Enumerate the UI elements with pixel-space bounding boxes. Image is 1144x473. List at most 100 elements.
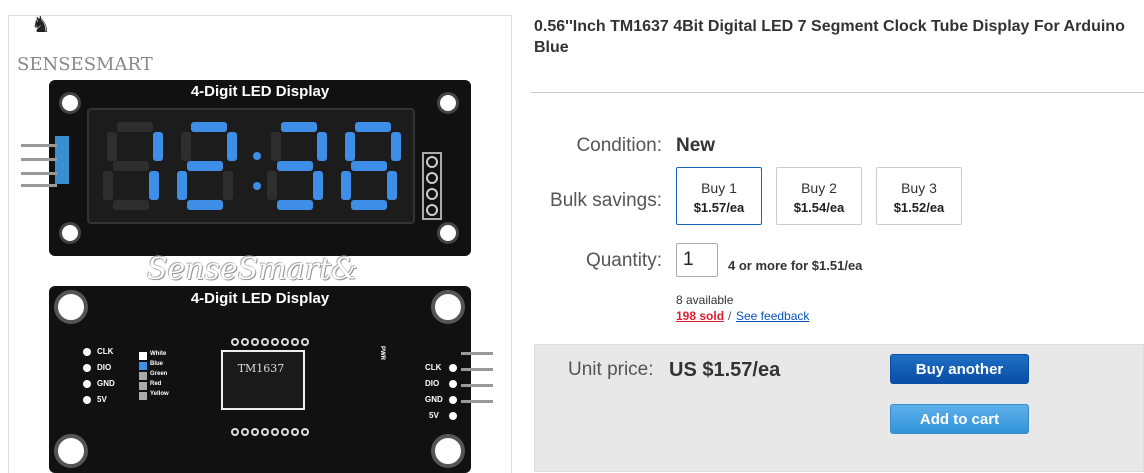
quantity-discount-note: 4 or more for $1.51/ea: [728, 258, 863, 273]
digit-segment: [177, 171, 187, 200]
pin-pad: [281, 428, 289, 436]
pin-header: [55, 136, 69, 184]
unit-price-value: US $1.57/ea: [669, 359, 781, 381]
product-title: 0.56''Inch TM1637 4Bit Digital LED 7 Seg…: [534, 18, 1125, 56]
product-image[interactable]: ♞ SENSESMART 4-Digit LED Display SenseSm…: [8, 15, 512, 473]
board-title: 4-Digit LED Display: [190, 83, 330, 100]
pin-pad: [271, 338, 279, 346]
digit-segment: [277, 161, 313, 171]
digit-segment: [345, 132, 355, 161]
digit-segment: [351, 200, 387, 210]
digit-segment: [103, 171, 113, 200]
bulk-savings-label: Bulk savings:: [550, 190, 662, 211]
bulk-price: $1.57/ea: [693, 200, 745, 215]
digit-segment: [391, 132, 401, 161]
digit-segment: [187, 200, 223, 210]
pin-pad: [251, 428, 259, 436]
pin-pad: [271, 428, 279, 436]
colon-dot: [253, 152, 261, 160]
bulk-option-buy-3[interactable]: Buy 3 $1.52/ea: [876, 167, 962, 225]
led-display: [87, 108, 415, 224]
brand-logo: SENSESMART: [17, 54, 153, 75]
pin-pad: [261, 338, 269, 346]
available-count: 8 available: [676, 293, 734, 307]
pin-pad: [291, 428, 299, 436]
digit-segment: [313, 171, 323, 200]
digit-segment: [107, 132, 117, 161]
pin-label: CLK: [97, 347, 114, 356]
digit-segment: [271, 132, 281, 161]
bulk-qty: Buy 3: [901, 180, 937, 196]
bulk-price: $1.54/ea: [793, 200, 845, 215]
legend-label: Blue: [150, 361, 164, 367]
pin-label: CLK: [425, 363, 442, 372]
pin-pad: [301, 428, 309, 436]
digit-segment: [277, 200, 313, 210]
digit-segment: [149, 171, 159, 200]
tm1637-chip: [221, 350, 305, 410]
digit-segment: [153, 132, 163, 161]
pin-pad: [301, 338, 309, 346]
digit-segment: [113, 161, 149, 171]
quantity-input[interactable]: [676, 243, 718, 277]
digit-segment: [117, 122, 153, 132]
pin-pad: [241, 428, 249, 436]
bulk-qty: Buy 2: [801, 180, 837, 196]
colon-dot: [253, 182, 261, 190]
front-board: 4-Digit LED Display: [49, 80, 471, 256]
pin-label: DIO: [425, 379, 440, 388]
pin-label: GND: [425, 395, 443, 404]
digit-segment: [187, 161, 223, 171]
buy-another-button[interactable]: Buy another: [890, 354, 1029, 384]
pin-pad: [251, 338, 259, 346]
digit-segment: [351, 161, 387, 171]
bulk-option-buy-2[interactable]: Buy 2 $1.54/ea: [776, 167, 862, 225]
legend-label: Yellow: [150, 391, 169, 397]
pin-pad: [241, 338, 249, 346]
mount-hole: [59, 222, 81, 244]
see-feedback-link[interactable]: See feedback: [736, 309, 809, 323]
digit-segment: [317, 132, 327, 161]
link-separator: /: [728, 309, 732, 323]
pwr-label: PWR: [379, 346, 385, 360]
add-to-cart-button[interactable]: Add to cart: [890, 404, 1029, 434]
quantity-label: Quantity:: [585, 250, 662, 271]
watermark: SenseSmart&: [147, 252, 358, 287]
bulk-price: $1.52/ea: [893, 200, 945, 215]
digit-segment: [281, 122, 317, 132]
legend-label: Green: [150, 371, 168, 377]
digit-segment: [267, 171, 277, 200]
pin-header: [422, 152, 442, 220]
pin-label: 5V: [97, 395, 107, 404]
pin-label: DIO: [97, 363, 112, 372]
mount-hole: [437, 222, 459, 244]
condition-label: Condition:: [576, 135, 662, 156]
board-title: 4-Digit LED Display: [190, 290, 330, 307]
unit-price-label: Unit price:: [568, 359, 654, 380]
digit-segment: [113, 200, 149, 210]
digit-segment: [227, 132, 237, 161]
divider: [531, 92, 1144, 93]
legend-label: White: [150, 351, 167, 357]
pin-pad: [261, 428, 269, 436]
pin-pad: [231, 338, 239, 346]
digit-segment: [387, 171, 397, 200]
mount-hole: [54, 434, 88, 468]
legend-label: Red: [150, 381, 162, 387]
chip-label: TM1637: [237, 362, 285, 375]
digit-segment: [223, 171, 233, 200]
bulk-qty: Buy 1: [701, 180, 737, 196]
pin-label: 5V: [429, 411, 439, 420]
pin-pad: [281, 338, 289, 346]
sold-count-link[interactable]: 198 sold: [676, 309, 724, 323]
digit-segment: [341, 171, 351, 200]
condition-value: New: [676, 135, 716, 156]
pin-label: GND: [97, 379, 115, 388]
digit-segment: [181, 132, 191, 161]
pin-pad: [291, 338, 299, 346]
horse-logo-icon: ♞: [31, 15, 51, 37]
bulk-option-buy-1[interactable]: Buy 1 $1.57/ea: [676, 167, 762, 225]
digit-segment: [191, 122, 227, 132]
pin-pad: [231, 428, 239, 436]
digit-segment: [355, 122, 391, 132]
